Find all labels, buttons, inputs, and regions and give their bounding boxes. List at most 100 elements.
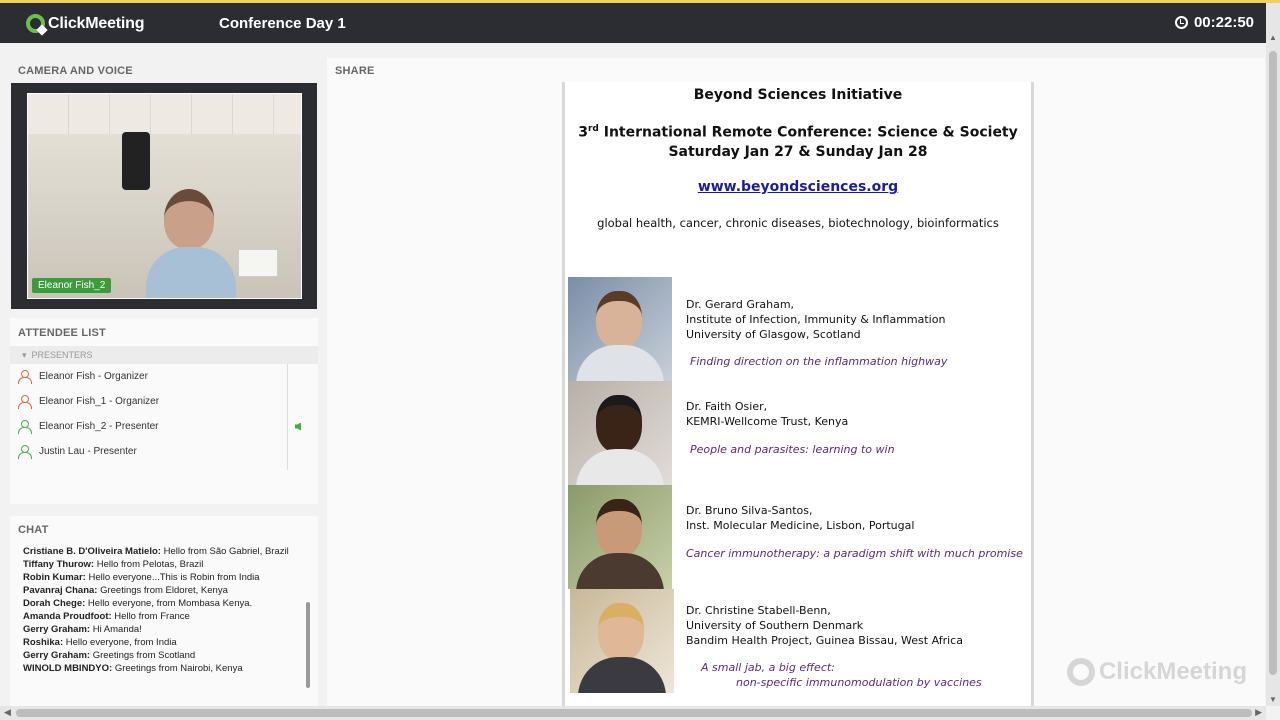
camera-section-label: CAMERA AND VOICE [18, 65, 133, 77]
attendee-section-label: ATTENDEE LIST [18, 327, 106, 339]
chat-text: Hi Amanda! [90, 624, 142, 635]
speaker-entry: Dr. Bruno Silva-Santos, Inst. Molecular … [568, 485, 1030, 589]
speaker-entry: Dr. Christine Stabell-Benn, University o… [568, 589, 1030, 693]
speaker-entry: Dr. Gerard Graham, Institute of Infectio… [568, 277, 1030, 381]
speaker-affiliation: Institute of Infection, Immunity & Infla… [686, 313, 946, 326]
attendee-label: Eleanor Fish - Organizer [39, 371, 148, 382]
speaker-photo-face [598, 603, 644, 661]
attendee-list-panel: ATTENDEE LIST ▾ PRESENTERS Eleanor Fish … [10, 318, 318, 504]
video-wall-poster [238, 249, 278, 277]
conference-title: Conference Day 1 [219, 15, 346, 32]
presenter-person-icon [18, 445, 32, 459]
speaking-audio-icon [295, 422, 301, 431]
chat-message: Amanda Proudfoot: Hello from France [23, 610, 308, 623]
session-timer: 00:22:50 [1174, 14, 1254, 31]
slide-subtitle-ordinal: 3 [578, 124, 588, 141]
speaker-photo-face [596, 291, 642, 349]
watermark-text: ClickMeeting [1098, 658, 1247, 685]
chat-author: Pavanraj Chana: [23, 585, 98, 596]
speaker-photo-body [576, 449, 664, 485]
speaker-name: Dr. Bruno Silva-Santos, [686, 504, 813, 517]
chat-message: Roshika: Hello everyone, from India [23, 636, 308, 649]
watermark-logo-icon [1066, 658, 1095, 686]
attendee-item[interactable]: Eleanor Fish_1 - Organizer [10, 389, 288, 414]
chat-text: Hello everyone, from India [63, 637, 177, 648]
share-section-label: SHARE [335, 65, 375, 77]
slide-subtitle-line1: International Remote Conference: Science… [598, 124, 1018, 141]
slide-title: Beyond Sciences Initiative [693, 87, 903, 103]
talk-title: Cancer immunotherapy: a paradigm shift w… [686, 547, 1023, 560]
chat-message: Cristiane B. D'Oliveira Matielo: Hello f… [23, 545, 308, 558]
attendee-list: Eleanor Fish - Organizer Eleanor Fish_1 … [10, 364, 301, 464]
chat-text: Hello from São Gabriel, Brazil [160, 546, 289, 557]
camera-container: Eleanor Fish_2 [11, 83, 317, 309]
chat-author: Tiffany Thurow: [23, 559, 95, 570]
chat-message-list: Cristiane B. D'Oliveira Matielo: Hello f… [23, 545, 308, 675]
video-wall-speaker [122, 132, 150, 190]
scroll-right-arrow-icon[interactable]: ▶ [1255, 707, 1262, 718]
speaker-photo-face [596, 395, 642, 453]
attendee-item[interactable]: Justin Lau - Presenter [10, 439, 288, 464]
chat-message: Tiffany Thurow: Hello from Pelotas, Braz… [23, 558, 308, 571]
speaker-photo-body [576, 345, 664, 381]
speaker-photo [568, 277, 672, 381]
chat-author: Gerry Graham: [23, 650, 91, 661]
presenter-person-icon [18, 420, 32, 434]
speaker-details: Dr. Bruno Silva-Santos, Inst. Molecular … [686, 503, 914, 533]
chat-panel: CHAT Cristiane B. D'Oliveira Matielo: He… [10, 516, 318, 706]
speaker-affiliation: University of Southern Denmark [686, 619, 864, 632]
chat-author: Roshika: [23, 637, 64, 648]
chat-message: Pavanraj Chana: Greetings from Eldoret, … [23, 584, 308, 597]
speaker-name: Dr. Gerard Graham, [686, 298, 795, 311]
video-presenter-figure [146, 189, 236, 298]
speaker-details: Dr. Christine Stabell-Benn, University o… [686, 603, 963, 648]
page-vertical-scrollbar[interactable]: ▲ ▼ [1266, 3, 1280, 706]
presenters-group-label: PRESENTERS [31, 350, 93, 360]
chat-text: Hello from France [111, 611, 190, 622]
speaker-affiliation: Bandim Health Project, Guinea Bissau, We… [686, 634, 963, 647]
chat-author: Robin Kumar: [23, 572, 86, 583]
clock-icon [1174, 16, 1188, 29]
video-ceiling [28, 94, 301, 134]
shared-slide: Beyond Sciences Initiative 3rd Internati… [562, 82, 1034, 706]
speaker-details: Dr. Gerard Graham, Institute of Infectio… [686, 297, 945, 342]
organizer-person-icon [18, 370, 32, 384]
attendee-item[interactable]: Eleanor Fish_2 - Presenter [10, 414, 301, 439]
scroll-left-arrow-icon[interactable]: ◀ [4, 707, 11, 718]
chat-message: Dorah Chege: Hello everyone, from Mombas… [23, 597, 308, 610]
speaker-name: Dr. Christine Stabell-Benn, [686, 604, 831, 617]
page-horizontal-scrollbar[interactable]: ◀ ▶ [0, 706, 1266, 720]
chat-text: Hello from Pelotas, Brazil [94, 559, 204, 570]
speaker-affiliation: Inst. Molecular Medicine, Lisbon, Portug… [686, 519, 915, 532]
chat-section-label: CHAT [18, 524, 49, 536]
speaker-photo-face [596, 499, 642, 557]
speaker-photo-body [576, 553, 664, 589]
slide-subtitle-sup: rd [587, 124, 599, 134]
chat-author: Cristiane B. D'Oliveira Matielo: [23, 546, 161, 557]
speaker-entry: Dr. Faith Osier, KEMRI-Wellcome Trust, K… [568, 381, 1030, 485]
speaker-photo [568, 381, 672, 485]
attendee-item[interactable]: Eleanor Fish - Organizer [10, 364, 288, 389]
scroll-down-arrow-icon[interactable]: ▼ [1269, 695, 1277, 704]
video-presenter-head [164, 189, 214, 249]
chat-message: Robin Kumar: Hello everyone...This is Ro… [23, 571, 308, 584]
attendee-label: Eleanor Fish_1 - Organizer [39, 396, 160, 407]
horizontal-scroll-thumb[interactable] [16, 709, 1252, 717]
chat-text: Greetings from Eldoret, Kenya [97, 585, 228, 596]
share-panel: SHARE Beyond Sciences Initiative 3rd Int… [327, 58, 1265, 706]
slide-subtitle: 3rd International Remote Conference: Sci… [565, 120, 1031, 162]
talk-subtitle: non-specific immunomodulation by vaccine… [736, 676, 982, 689]
speaker-photo-body [578, 657, 666, 693]
presenter-video[interactable]: Eleanor Fish_2 [27, 93, 302, 299]
clickmeeting-watermark: ClickMeeting [1066, 658, 1247, 686]
chat-scrollbar-thumb[interactable] [306, 602, 310, 688]
scroll-up-arrow-icon[interactable]: ▲ [1269, 33, 1277, 42]
slide-url-link[interactable]: www.beyondsciences.org [565, 179, 1031, 195]
vertical-scroll-thumb[interactable] [1269, 51, 1277, 675]
presenters-group-toggle[interactable]: ▾ PRESENTERS [10, 346, 318, 364]
attendee-label: Justin Lau - Presenter [39, 446, 137, 457]
speaker-affiliation: KEMRI-Wellcome Trust, Kenya [686, 415, 849, 428]
chat-message: Gerry Graham: Greetings from Scotland [23, 649, 308, 662]
speaker-affiliation: University of Glasgow, Scotland [686, 328, 861, 341]
brand-logo: ClickMeeting [26, 14, 144, 33]
